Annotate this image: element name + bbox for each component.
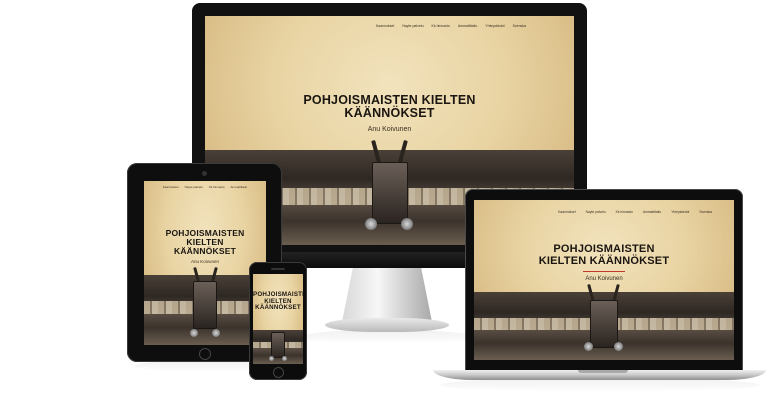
typewriter-image xyxy=(144,266,266,345)
monitor-nav: Kaannokset Nayte palvelu Kk hinnasto Amm… xyxy=(205,16,574,36)
monitor-stand xyxy=(342,268,432,322)
nav-item-kaannokset[interactable]: Kaannokset xyxy=(558,210,575,214)
hero-title-line-2: KÄÄNNÖKSET xyxy=(344,106,435,121)
phone-speaker xyxy=(271,268,285,270)
hero-title-line-1: POHJOISMAISTEN xyxy=(553,243,655,255)
hero-subtitle: Anu Koivunen xyxy=(585,276,623,282)
typewriter-image xyxy=(474,283,734,360)
phone-home-button[interactable] xyxy=(273,367,284,378)
hero-title-line-3: KÄÄNNÖKSET xyxy=(174,245,236,256)
typewriter-image xyxy=(253,330,303,364)
nav-item-palvelu[interactable]: Nayte palvelu xyxy=(586,210,606,214)
nav-item-ammattitaito[interactable]: Ammattitaito xyxy=(458,24,477,28)
tablet-screen: Kaannokset Nayte palvelu Kk hinnasto Amm… xyxy=(144,181,266,345)
tablet-camera xyxy=(202,171,207,176)
tablet-home-button[interactable] xyxy=(199,348,211,360)
hero-title: POHJOISMAISTEN KIELTEN KÄÄNNÖKSET xyxy=(144,229,266,256)
hero-subtitle: Anu Koivunen xyxy=(367,126,412,133)
nav-item-hinnasto[interactable]: Kk hinnasto xyxy=(209,185,225,189)
hero-title: POHJOISMAISTEN KIELTEN KÄÄNNÖKSET xyxy=(253,291,303,312)
nav-item-hinnasto[interactable]: Kk hinnasto xyxy=(616,210,633,214)
nav-item-kaannokset[interactable]: Kaannokset xyxy=(376,24,395,28)
monitor-stand-base xyxy=(325,318,449,332)
title-divider xyxy=(583,271,625,272)
laptop-screen: Kaannokset Nayte palvelu Kk hinnasto Amm… xyxy=(474,200,734,360)
hero-title: POHJOISMAISTEN KIELTEN KÄÄNNÖKSET xyxy=(474,243,734,267)
laptop-notch xyxy=(578,370,628,373)
nav-item-kaannokset[interactable]: Kaannokset xyxy=(163,185,179,189)
nav-item-svenska[interactable]: Svenska xyxy=(513,24,526,28)
phone-screen: POHJOISMAISTEN KIELTEN KÄÄNNÖKSET xyxy=(253,274,303,364)
nav-item-svenska[interactable]: Svenska xyxy=(699,210,712,214)
nav-item-hinnasto[interactable]: Kk hinnasto xyxy=(432,24,450,28)
laptop-nav: Kaannokset Nayte palvelu Kk hinnasto Amm… xyxy=(474,200,734,224)
hero-title-line-3: KÄÄNNÖKSET xyxy=(255,304,301,311)
nav-item-yhteystiedot[interactable]: Yhteystiedot xyxy=(485,24,504,28)
hero-subtitle: Anu Koivunen xyxy=(190,259,220,264)
tablet-nav: Kaannokset Nayte palvelu Kk hinnasto Amm… xyxy=(144,181,266,193)
nav-item-ammattitaito[interactable]: Ammattitaito xyxy=(643,210,661,214)
nav-item-palvelu[interactable]: Nayte palvelu xyxy=(402,24,423,28)
nav-item-ammattitaito[interactable]: Ammattitaito xyxy=(231,185,248,189)
nav-item-yhteystiedot[interactable]: Yhteystiedot xyxy=(671,210,689,214)
hero-title: POHJOISMAISTEN KIELTEN KÄÄNNÖKSET xyxy=(205,93,574,121)
hero-title-line-2: KIELTEN KÄÄNNÖKSET xyxy=(538,254,670,267)
nav-item-palvelu[interactable]: Nayte palvelu xyxy=(185,185,203,189)
